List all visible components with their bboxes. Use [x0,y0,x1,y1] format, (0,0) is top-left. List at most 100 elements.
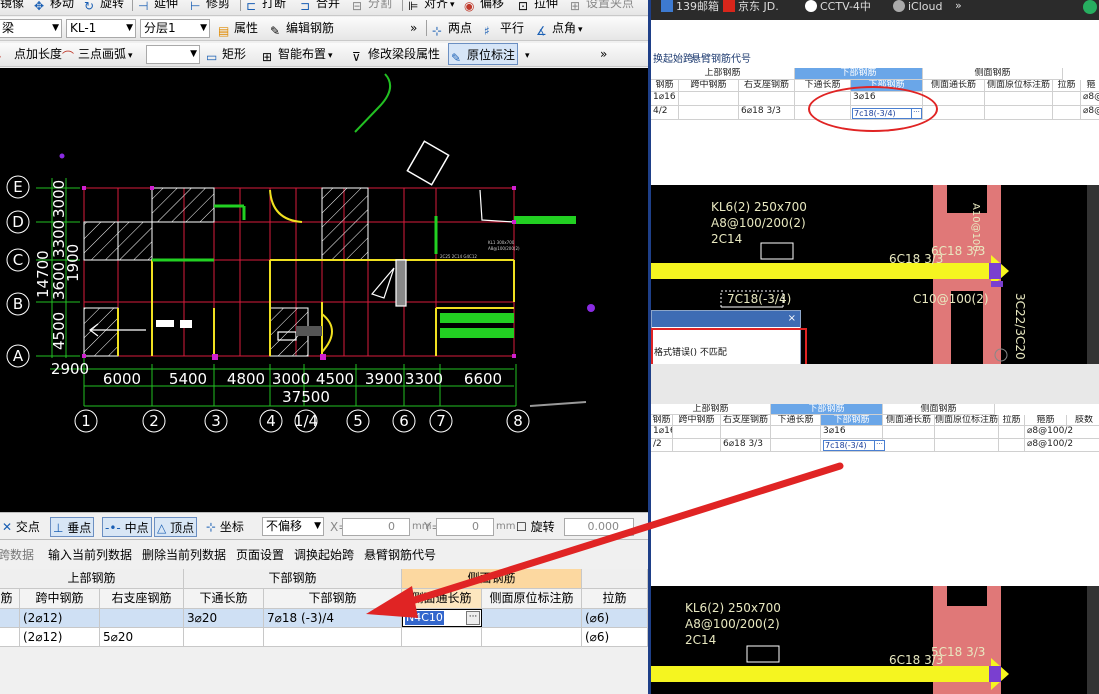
toolbar2-more[interactable]: » [410,17,417,39]
mini-cell: ⌀8@100/2 [1025,439,1099,452]
smart-layout-button[interactable]: ⊞ 智能布置 ▾ [262,43,333,65]
menu-input-column[interactable]: 输入当前列数据 [48,546,132,564]
side-rebar-edit-input[interactable]: N4C10 ··· [402,609,482,627]
axis-row-label: E [13,178,22,196]
close-icon[interactable]: × [788,312,796,326]
mirror-button[interactable]: 镜像 [0,0,24,14]
col-header[interactable]: 侧面原位标注筋 [482,589,582,609]
menu-delete-column[interactable]: 删除当前列数据 [142,546,226,564]
grid-cell[interactable]: (⌀6) [582,628,648,647]
col-header[interactable]: 筋 [0,589,20,609]
table-row[interactable]: (2⌀12) 5⌀20 (⌀6) [0,628,648,647]
merge-button[interactable]: ⊐ 合并 [300,0,340,14]
mini-cell [739,92,795,106]
bookmark-jd[interactable]: 京东 JD. [723,0,779,13]
col-header[interactable]: 拉筋 [582,589,648,609]
col-header[interactable]: 下通长筋 [184,589,264,609]
snap-vertex[interactable]: △ 顶点 [154,517,198,537]
snap-coordinate[interactable]: ⊹ 坐标 [204,517,246,537]
extend-button[interactable]: ⊣ 延伸 [138,0,178,14]
split-button[interactable]: ⊟ 分割 [352,0,392,14]
y-input[interactable]: 0 [436,518,494,536]
snap-midpoint[interactable]: -•- 中点 [102,517,152,537]
move-button[interactable]: ✥ 移动 [34,0,74,14]
menu-span-data[interactable]: 跨数据 [0,546,34,564]
rotate-checkbox[interactable]: ☐ 旋转 [514,517,557,537]
snap-perpendicular[interactable]: ⊥ 垂点 [50,517,95,537]
offset-mode-select[interactable]: 不偏移 ▼ [262,517,324,536]
toolbar3-more[interactable]: » [600,43,607,65]
menu-cantilever-code[interactable]: 悬臂钢筋代号 [364,546,436,564]
table-row[interactable]: (2⌀12) 3⌀20 7⌀18 (-3)/4 (⌀6) [0,609,648,628]
point-angle-button[interactable]: ∡ 点角 ▾ [536,17,583,39]
rotate-input[interactable]: 0.000 [564,518,634,536]
grid-cell[interactable] [184,628,264,647]
offset-button[interactable]: ◉ 偏移 [464,0,504,14]
col-header[interactable]: 右支座钢筋 [100,589,184,609]
grid-cell[interactable]: 5⌀20 [100,628,184,647]
mini-header: 跨中钢筋 [673,415,721,426]
element-name-select[interactable]: KL-1 ▼ [66,19,136,38]
col-header[interactable]: 下部钢筋 [264,589,402,609]
col-header[interactable]: 跨中钢筋 [20,589,100,609]
mini-cell [721,426,771,439]
x-input[interactable]: 0 [342,518,410,536]
dim-col: 3000 [272,370,310,388]
edit-rebar-button[interactable]: ✎ 编辑钢筋 [270,17,334,39]
grid-cell[interactable] [0,628,20,647]
grid-cell[interactable] [402,628,482,647]
arc-option-select[interactable]: ▼ [146,45,200,64]
reference-screenshots-panel: 139邮箱 京东 JD. CCTV-4中 iCloud » 换起始跨 悬臂钢筋代… [648,0,1099,694]
mini-edit-cell: 7c18(-3/4) ··· [823,440,885,451]
modify-span-button[interactable]: ⊽ 修改梁段属性 [352,43,440,65]
grid-cell[interactable]: (⌀6) [582,609,648,628]
rectangle-button[interactable]: ▭ 矩形 [206,43,246,65]
element-type-select[interactable]: 梁 ▼ [0,19,62,38]
mini-cell: 1⌀16 [651,426,673,439]
menu-page-setup[interactable]: 页面设置 [236,546,284,564]
trim-icon: ⊢ [190,0,201,13]
parallel-button[interactable]: ♯ 平行 [484,17,524,39]
element-toolbar: 梁 ▼ KL-1 ▼ 分层1 ▼ ▤ 属性 ✎ 编辑钢筋 » ⊹ 两点 ♯ 平行 ∡ 点角 ▾ [0,17,648,41]
grid-cell[interactable]: 3⌀20 [184,609,264,628]
trim-button[interactable]: ⊢ 修剪 [190,0,230,14]
extension-icon[interactable] [1083,0,1097,14]
set-clamp-button[interactable]: ⊞ 设置夹点 [570,0,634,14]
grid-cell[interactable] [264,628,402,647]
menu-swap-span[interactable]: 调换起始跨 [294,546,354,564]
break-button[interactable]: ⊏ 打断 [246,0,286,14]
col-header[interactable]: 侧面通长筋 [402,589,482,609]
merge-icon: ⊐ [300,0,311,13]
rebar-label: 7C18(-3/4) [727,292,791,306]
mini-cell [999,426,1025,439]
grid-cell[interactable] [482,628,582,647]
stretch-button[interactable]: ⊡ 拉伸 [518,0,558,14]
three-point-arc-button[interactable]: ⌒ 三点画弧 ▾ [62,43,133,65]
grid-cell[interactable] [482,609,582,628]
group-side-rebar: 侧面钢筋 [402,569,582,589]
two-points-button[interactable]: ⊹ 两点 [432,17,472,39]
dim-vertical: 4500 [50,312,68,350]
grid-cell[interactable] [100,609,184,628]
properties-button[interactable]: ▤ 属性 [218,17,258,39]
mini-header: 钢筋 [651,80,679,92]
grid-cell[interactable]: 7⌀18 (-3)/4 [264,609,402,628]
grid-cell[interactable]: (2⌀12) [20,628,100,647]
in-situ-mark-button[interactable]: ✎ 原位标注 [448,43,519,65]
point-length-button[interactable]: ·点加长度 [0,43,62,65]
snap-intersection[interactable]: ✕ 交点 [0,517,42,537]
in-situ-dropdown[interactable]: ▾ [523,43,530,65]
mini-group-header: 上部钢筋 下部钢筋 侧面钢筋 [651,68,1099,80]
grid-cell[interactable]: (2⌀12) [20,609,100,628]
bookmark-more[interactable]: » [955,0,962,12]
bookmark-139mail[interactable]: 139邮箱 [661,0,719,13]
bookmark-cctv[interactable]: CCTV-4中 [805,0,871,13]
rotate-button[interactable]: ↻ 旋转 [84,0,124,14]
align-button[interactable]: ⊫ 对齐 ▾ [408,0,455,14]
ellipsis-button[interactable]: ··· [466,611,480,625]
floor-select[interactable]: 分层1 ▼ [140,19,210,38]
grid-cell[interactable] [0,609,20,628]
bookmark-icloud[interactable]: iCloud [893,0,942,13]
cad-drawing-canvas[interactable]: KL1 300x700 A8@100/200(2) 2C25 2C14 G4C1… [0,68,648,512]
beam-label: 2C14 [711,232,742,246]
